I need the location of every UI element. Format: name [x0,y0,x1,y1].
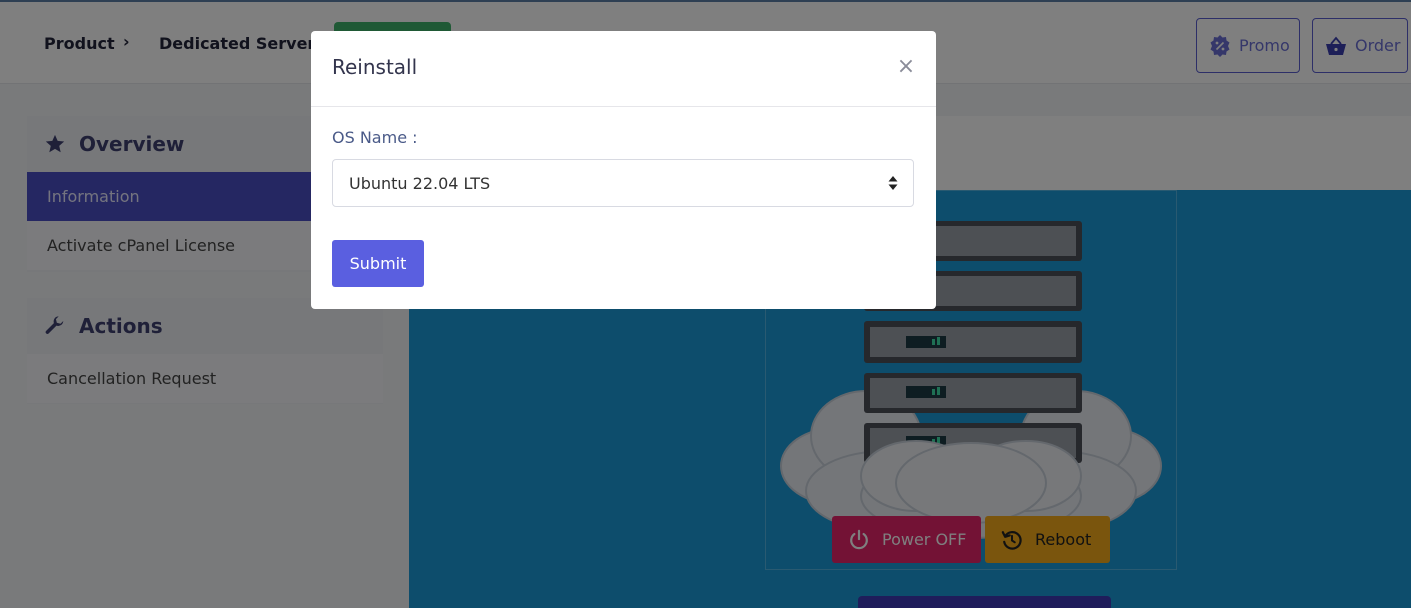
submit-button[interactable]: Submit [332,240,424,287]
modal-header: Reinstall × [311,31,936,107]
modal-title: Reinstall [332,55,418,79]
os-name-value: Ubuntu 22.04 LTS [349,173,491,193]
os-name-label: OS Name : [332,128,418,147]
reinstall-modal: Reinstall × OS Name : Ubuntu 22.04 LTS S… [311,31,936,309]
select-arrows-icon [887,174,899,192]
close-icon[interactable]: × [896,55,916,79]
os-name-select[interactable]: Ubuntu 22.04 LTS [332,159,914,207]
